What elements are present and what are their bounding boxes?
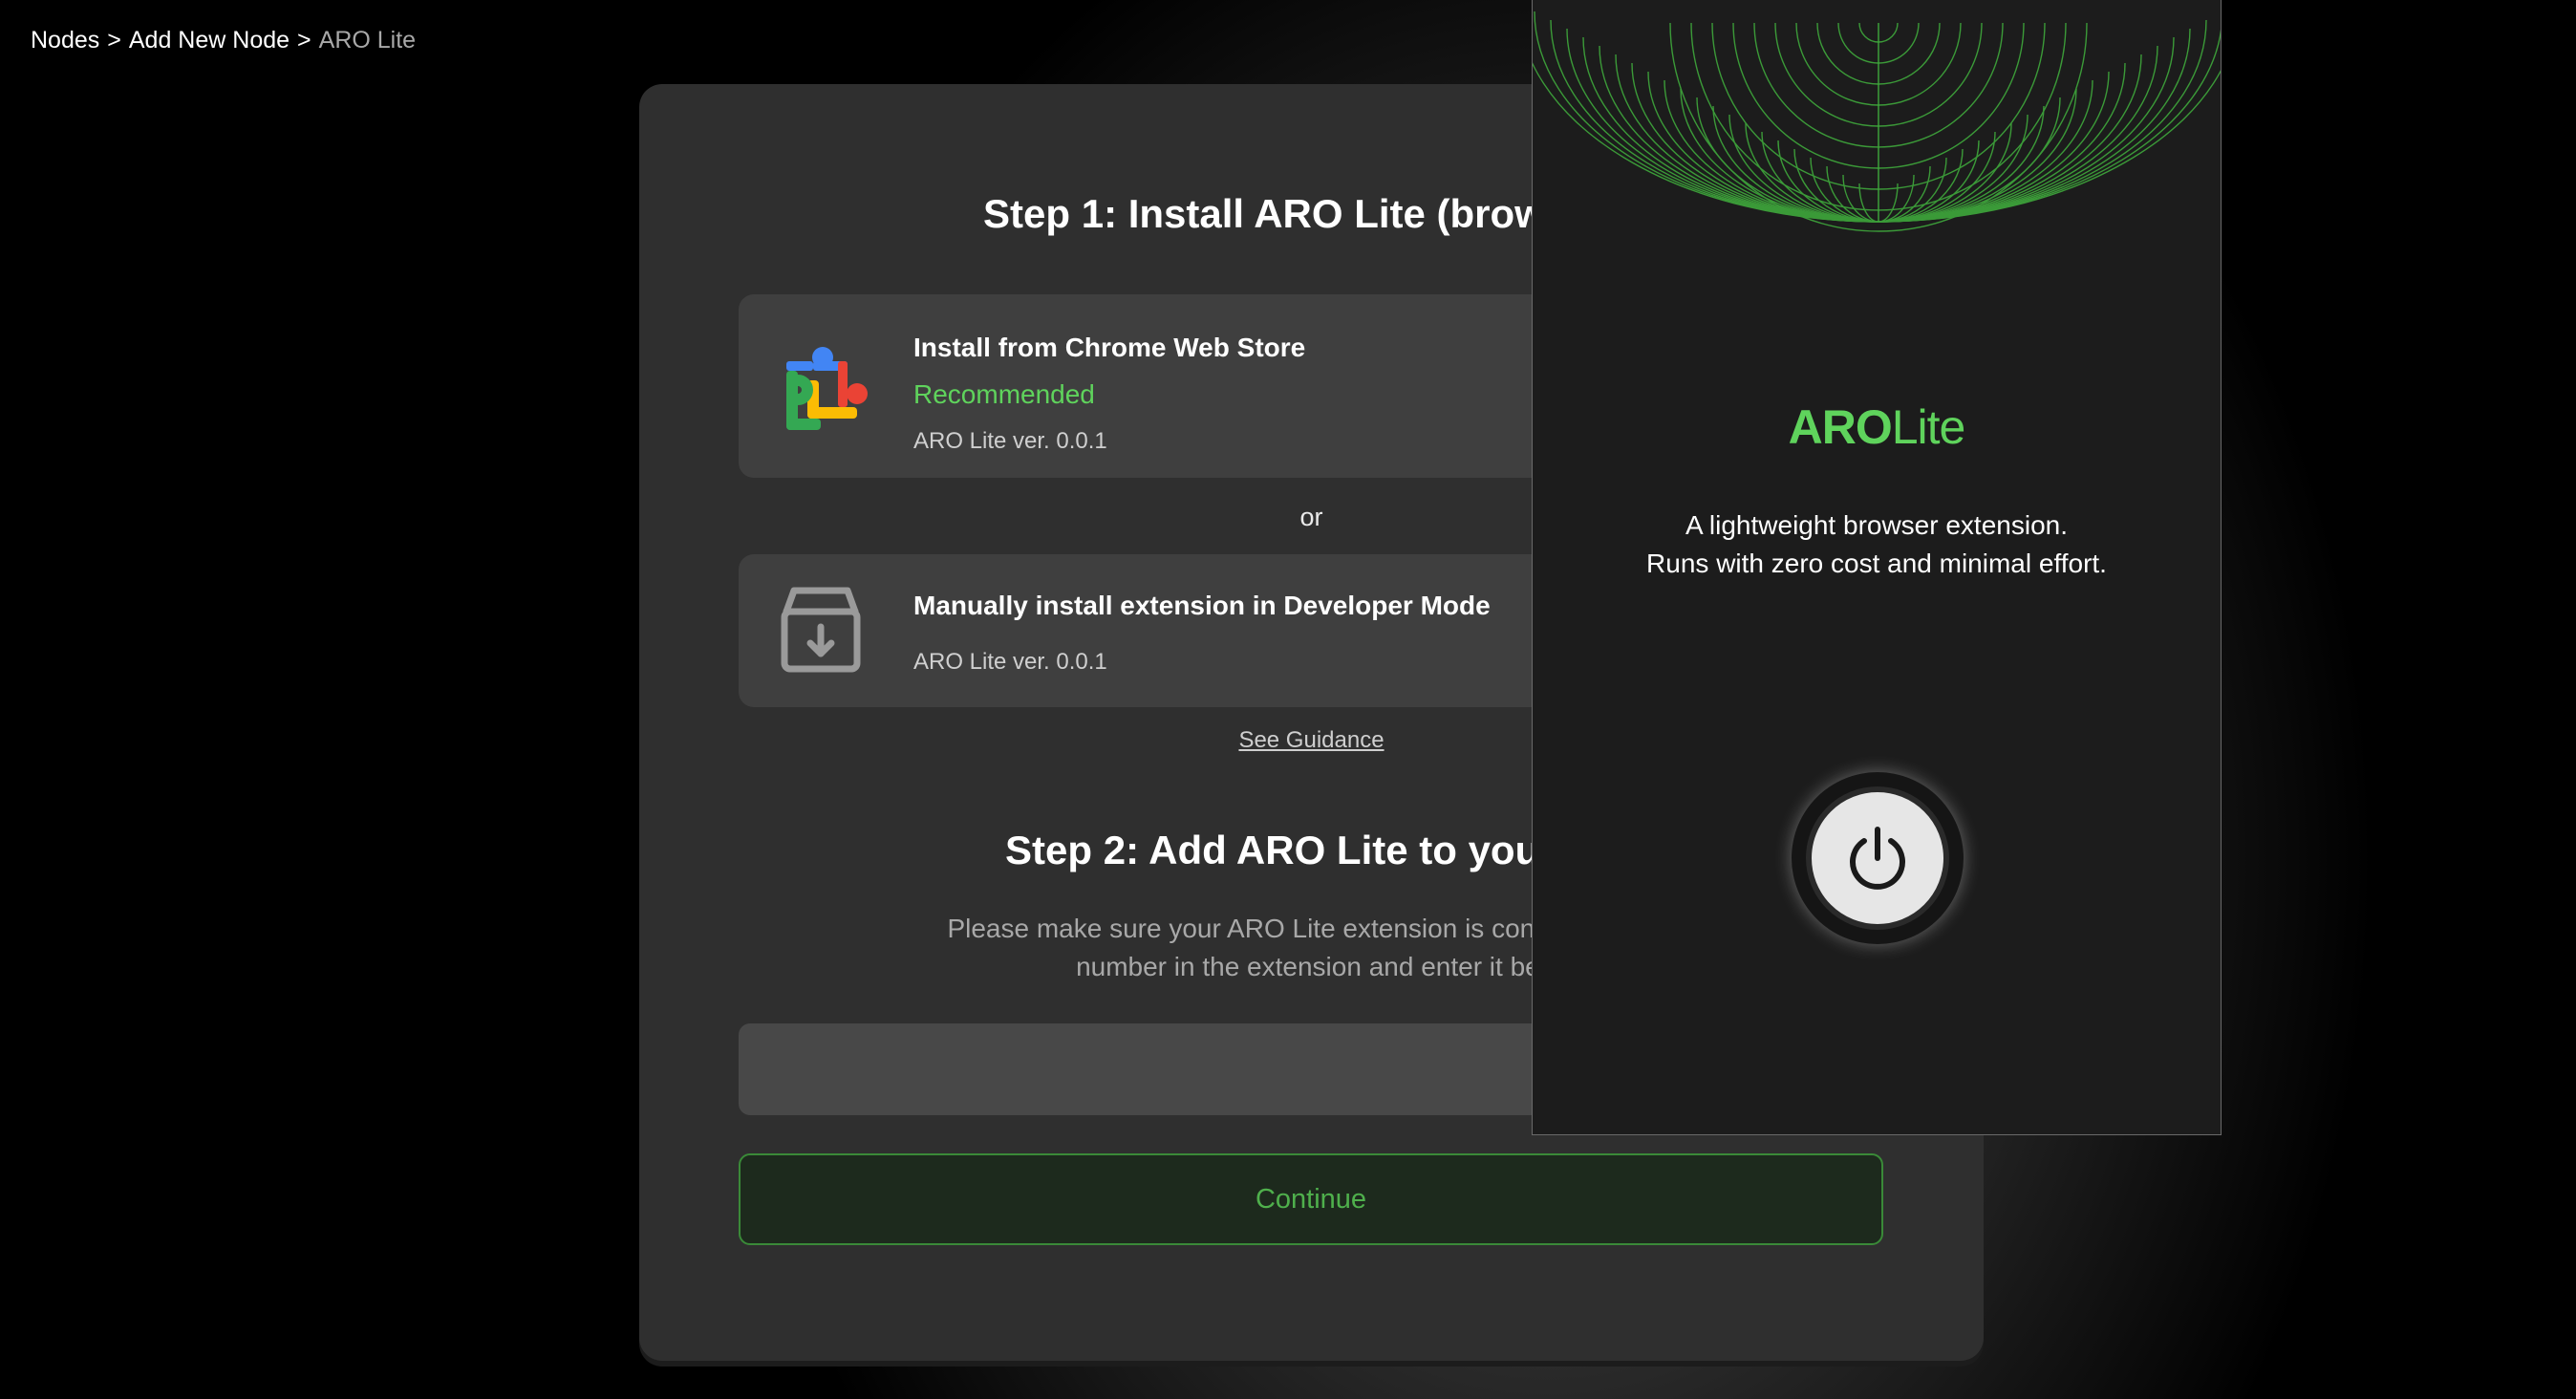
power-icon: [1850, 827, 1905, 890]
decorative-arcs-graphic: [1533, 11, 2221, 232]
logo-aro: ARO: [1788, 400, 1893, 454]
popup-description: A lightweight browser extension. Runs wi…: [1533, 506, 2221, 583]
breadcrumb-separator: >: [107, 27, 121, 54]
option-manual-version: ARO Lite ver. 0.0.1: [913, 649, 1107, 675]
download-box-icon: [773, 583, 869, 683]
chrome-web-store-puzzle-icon: [773, 336, 872, 441]
decorative-arc: [1534, 11, 2221, 223]
popup-desc-line-2: Runs with zero cost and minimal effort.: [1646, 549, 2107, 578]
breadcrumb-add-new-node[interactable]: Add New Node: [129, 27, 290, 54]
breadcrumb-nodes[interactable]: Nodes: [31, 27, 99, 54]
aro-lite-logo: AROLite: [1533, 399, 2221, 455]
recommended-badge: Recommended: [913, 379, 1095, 409]
breadcrumb: Nodes > Add New Node > ARO Lite: [31, 27, 416, 54]
option-manual-title: Manually install extension in Developer …: [913, 591, 1491, 620]
option-store-title: Install from Chrome Web Store: [913, 333, 1306, 362]
continue-button[interactable]: Continue: [739, 1153, 1883, 1245]
popup-desc-line-1: A lightweight browser extension.: [1685, 510, 2068, 540]
logo-lite: Lite: [1891, 400, 1966, 454]
power-toggle-button[interactable]: [1792, 772, 1964, 944]
breadcrumb-separator: >: [297, 27, 311, 54]
breadcrumb-aro-lite: ARO Lite: [318, 27, 417, 54]
extension-popup: AROLite A lightweight browser extension.…: [1532, 0, 2222, 1135]
option-store-version: ARO Lite ver. 0.0.1: [913, 428, 1107, 454]
